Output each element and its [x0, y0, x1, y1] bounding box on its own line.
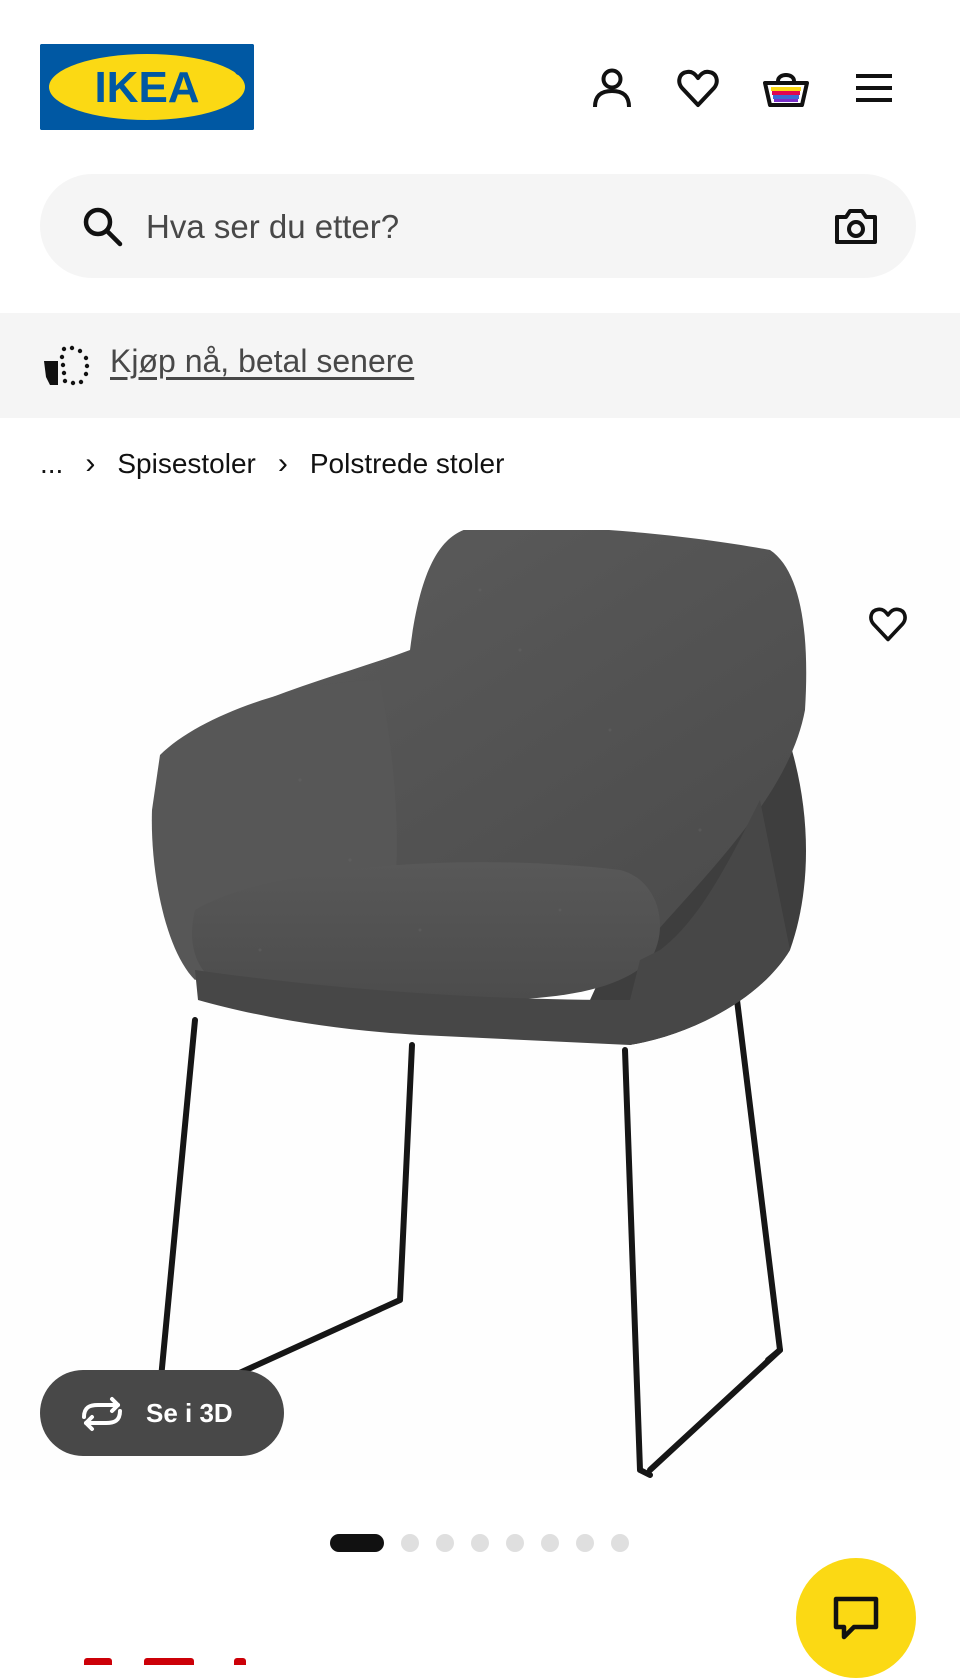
carousel-dot[interactable] — [506, 1534, 524, 1552]
buy-now-pay-later-icon — [44, 345, 90, 386]
carousel-dot[interactable] — [471, 1534, 489, 1552]
product-image-chair — [151, 526, 807, 1478]
profile-icon[interactable] — [586, 62, 638, 114]
search-input[interactable] — [144, 196, 808, 258]
image-carousel-dots — [330, 1533, 646, 1553]
view-in-3d-button[interactable]: Se i 3D — [40, 1370, 284, 1456]
breadcrumb-ellipsis[interactable]: ... — [40, 448, 63, 480]
camera-search-icon[interactable] — [832, 202, 880, 250]
carousel-dot[interactable] — [330, 1534, 384, 1552]
search-icon[interactable] — [80, 204, 124, 248]
add-to-favourites-button[interactable] — [860, 596, 916, 652]
ikea-logo[interactable]: IKEA — [40, 44, 254, 130]
breadcrumb-item-upholstered-chairs[interactable]: Polstrede stoler — [310, 448, 505, 480]
view-in-3d-label: Se i 3D — [146, 1397, 233, 1428]
carousel-dot[interactable] — [576, 1534, 594, 1552]
menu-icon[interactable] — [848, 62, 900, 114]
breadcrumb-item-dining-chairs[interactable]: Spisestoler — [117, 448, 256, 480]
price-text-cutoff — [84, 1650, 254, 1665]
rotate-3d-icon — [82, 1397, 122, 1431]
heart-icon[interactable] — [672, 62, 724, 114]
cart-icon[interactable] — [760, 62, 812, 114]
search-bar[interactable] — [40, 174, 916, 278]
chat-icon — [833, 1596, 879, 1640]
breadcrumb: ... › Spisestoler › Polstrede stoler — [40, 444, 504, 484]
carousel-dot[interactable] — [401, 1534, 419, 1552]
carousel-dot[interactable] — [541, 1534, 559, 1552]
chat-button[interactable] — [796, 1558, 916, 1678]
product-image-gallery[interactable] — [0, 526, 960, 1480]
chevron-right-icon: › — [85, 447, 96, 480]
buy-now-pay-later-link[interactable]: Kjøp nå, betal senere — [110, 343, 414, 380]
logo-text: IKEA — [94, 63, 199, 112]
heart-icon — [869, 607, 907, 642]
chevron-right-icon: › — [277, 447, 288, 480]
promo-banner: Kjøp nå, betal senere — [0, 313, 960, 418]
carousel-dot[interactable] — [611, 1534, 629, 1552]
carousel-dot[interactable] — [436, 1534, 454, 1552]
